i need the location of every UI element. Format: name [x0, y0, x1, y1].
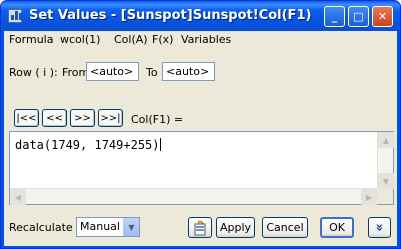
formula-text: data(1749, 1749+255): [15, 138, 160, 152]
to-label: To: [146, 66, 158, 79]
column-label: Col(F1) =: [131, 113, 184, 126]
row-range-label: Row ( i ):: [9, 66, 58, 79]
minimize-button[interactable]: _: [324, 6, 345, 27]
cancel-button[interactable]: Cancel: [262, 217, 308, 238]
last-column-button[interactable]: >>|: [98, 109, 123, 127]
maximize-button[interactable]: □: [348, 6, 369, 27]
menu-col-a[interactable]: Col(A): [114, 33, 148, 46]
apply-button[interactable]: Apply: [216, 217, 255, 238]
horizontal-scrollbar[interactable]: ◀ ▶: [10, 188, 377, 205]
menu-variables[interactable]: Variables: [181, 33, 231, 46]
worksheet-script-button[interactable]: [188, 217, 212, 238]
worksheet-script-icon: [194, 220, 206, 235]
vertical-scrollbar[interactable]: ▲ ▼: [377, 132, 394, 189]
from-field[interactable]: <auto>: [86, 62, 139, 81]
formula-editor[interactable]: data(1749, 1749+255) ▲ ▼ ◀ ▶: [9, 131, 394, 205]
scroll-down-icon[interactable]: ▼: [378, 173, 394, 189]
scroll-up-icon[interactable]: ▲: [378, 132, 394, 148]
expand-button[interactable]: »: [368, 217, 391, 238]
set-values-dialog: Set Values - [Sunspot]Sunspot!Col(F1) _ …: [0, 0, 401, 249]
scroll-left-icon[interactable]: ◀: [10, 189, 26, 205]
close-button[interactable]: ✕: [372, 6, 393, 27]
menu-bar: Formula wcol(1) Col(A) F(x) Variables: [4, 31, 397, 49]
maximize-icon: □: [353, 10, 364, 23]
origin-app-icon: [8, 9, 22, 23]
next-column-button[interactable]: >>: [70, 109, 95, 127]
title-bar[interactable]: Set Values - [Sunspot]Sunspot!Col(F1) _ …: [1, 1, 400, 31]
menu-fx[interactable]: F(x): [152, 33, 173, 46]
text-caret: [159, 138, 161, 151]
chevron-down-icon[interactable]: ▼: [123, 218, 139, 236]
recalculate-value: Manual: [80, 220, 120, 233]
menu-formula[interactable]: Formula: [9, 33, 53, 46]
double-chevron-down-icon: »: [372, 223, 387, 232]
close-icon: ✕: [377, 10, 388, 23]
recalculate-select[interactable]: Manual ▼: [76, 217, 140, 237]
previous-column-button[interactable]: <<: [42, 109, 67, 127]
scroll-right-icon[interactable]: ▶: [361, 189, 377, 205]
ok-button[interactable]: OK: [320, 217, 354, 238]
window-title: Set Values - [Sunspot]Sunspot!Col(F1): [29, 8, 312, 23]
menu-wcol[interactable]: wcol(1): [60, 33, 100, 46]
to-field[interactable]: <auto>: [162, 62, 215, 81]
minimize-icon: _: [331, 10, 338, 23]
scrollbar-corner: [377, 188, 393, 204]
first-row-button[interactable]: |<<: [14, 109, 39, 127]
dialog-body: Formula wcol(1) Col(A) F(x) Variables Ro…: [4, 31, 397, 246]
recalculate-label: Recalculate: [9, 221, 73, 234]
